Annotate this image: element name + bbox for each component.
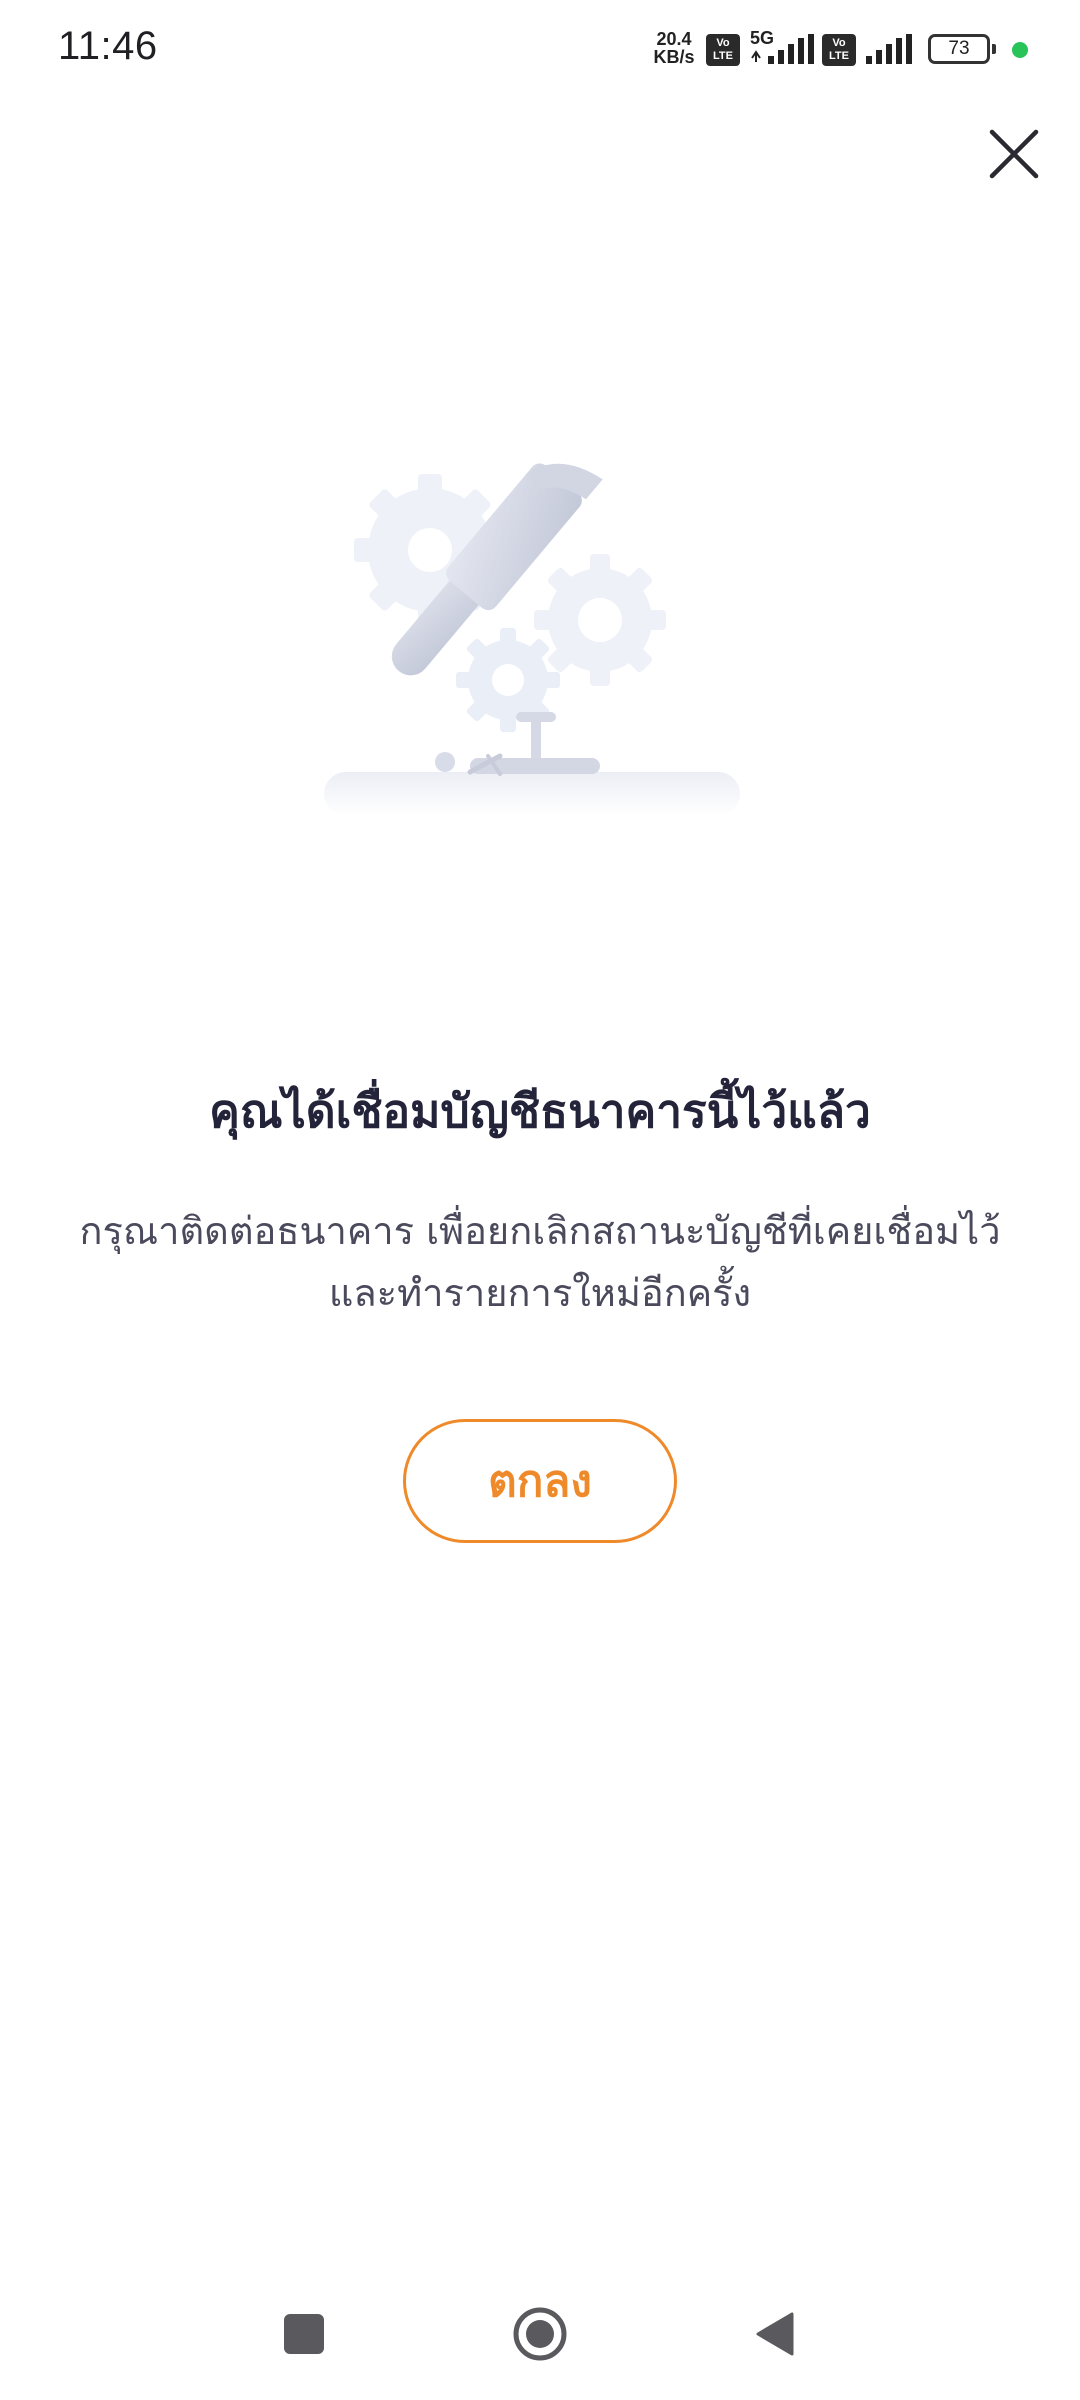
battery-tip xyxy=(992,44,996,54)
nav-back-icon[interactable] xyxy=(752,2310,796,2358)
status-bar: 11:46 20.4 KB/s Vo LTE 5G Vo LTE 73 xyxy=(0,0,1080,100)
dialog-message: กรุณาติดต่อธนาคาร เพื่อยกเลิกสถานะบัญชีท… xyxy=(79,1209,1001,1315)
network-speed-value: 20.4 xyxy=(656,29,692,49)
status-time: 11:46 xyxy=(58,24,158,68)
network-speed: 20.4 KB/s xyxy=(648,30,700,66)
nav-recent-apps-icon[interactable] xyxy=(284,2314,324,2354)
ok-button[interactable]: ตกลง xyxy=(403,1419,677,1543)
screen: 11:46 20.4 KB/s Vo LTE 5G Vo LTE 73 คุณไ… xyxy=(0,0,1080,2400)
signal-icon xyxy=(751,34,814,64)
volte-icon: Vo LTE xyxy=(706,34,740,66)
close-icon[interactable] xyxy=(984,124,1044,184)
dialog-title: คุณได้เชื่อมบัญชีธนาคารนี้ไว้แล้ว xyxy=(209,1084,871,1138)
maintenance-hammer-gears-illustration xyxy=(324,463,740,816)
nav-home-icon[interactable] xyxy=(512,2306,568,2362)
battery-icon: 73 xyxy=(928,34,990,64)
network-speed-unit: KB/s xyxy=(653,47,695,67)
signal-icon-2 xyxy=(866,34,912,64)
volte-icon-2: Vo LTE xyxy=(822,34,856,66)
privacy-dot-icon xyxy=(1012,42,1028,58)
